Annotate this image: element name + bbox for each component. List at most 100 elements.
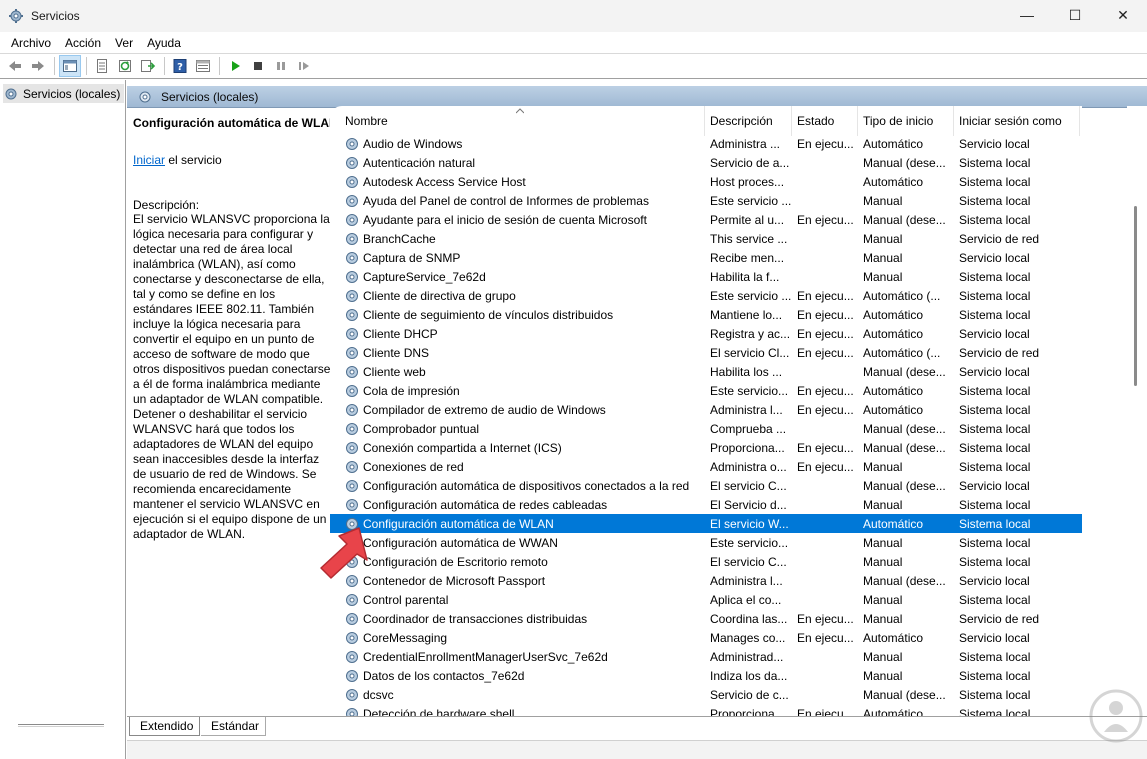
service-log-on-as: Servicio local	[959, 326, 1030, 341]
service-row[interactable]: Cliente DHCP Registra y ac... En ejecu... A…	[330, 324, 1082, 343]
services-gear-icon	[5, 88, 17, 99]
service-gear-icon	[346, 650, 358, 663]
service-row[interactable]: Coordinador de transacciones distribuida…	[330, 609, 1082, 628]
vertical-scrollbar[interactable]	[1127, 106, 1147, 716]
menu-ayuda[interactable]: Ayuda	[140, 36, 188, 50]
menu-accion[interactable]: Acción	[58, 36, 108, 50]
service-name-label: CoreMessaging	[363, 630, 448, 645]
view-button[interactable]	[192, 55, 214, 77]
stop-service-button[interactable]	[247, 55, 269, 77]
minimize-button[interactable]: —	[1003, 0, 1051, 30]
service-row[interactable]: Cola de impresión Este servicio... En ejec…	[330, 381, 1082, 400]
start-service-link[interactable]: Iniciar	[133, 153, 165, 167]
service-name: CaptureService_7e62d	[330, 269, 705, 285]
service-row[interactable]: Cliente web Habilita los ... Manual (dese.…	[330, 362, 1082, 381]
pause-service-button[interactable]	[270, 55, 292, 77]
show-tree-button[interactable]	[59, 55, 81, 77]
service-row[interactable]: Configuración automática de WLAN El servi…	[330, 514, 1082, 533]
service-row[interactable]: Configuración automática de WWAN Este ser…	[330, 533, 1082, 552]
service-name: Cliente de seguimiento de vínculos distr…	[330, 307, 705, 323]
service-gear-icon	[346, 308, 358, 321]
service-description: Habilita los ...	[710, 364, 783, 379]
menu-ver[interactable]: Ver	[108, 36, 140, 50]
forward-button[interactable]	[27, 55, 49, 77]
service-row[interactable]: Cliente de seguimiento de vínculos distr…	[330, 305, 1082, 324]
sort-ascending-icon	[516, 108, 524, 114]
service-gear-icon	[346, 346, 358, 359]
service-row[interactable]: Captura de SNMP Recibe men... Manual Servic…	[330, 248, 1082, 267]
service-log-on-as: Servicio local	[959, 630, 1030, 645]
service-row[interactable]: Configuración automática de redes cablea…	[330, 495, 1082, 514]
refresh-button[interactable]	[114, 55, 136, 77]
service-row[interactable]: Cliente DNS El servicio Cl... En ejecu... A…	[330, 343, 1082, 362]
service-name: Configuración automática de WLAN	[330, 516, 705, 532]
tab-estandar[interactable]: Estándar	[201, 717, 267, 736]
service-row[interactable]: Compilador de extremo de audio de Window…	[330, 400, 1082, 419]
tree-horizontal-scrollbar[interactable]	[18, 724, 104, 727]
service-log-on-as: Servicio local	[959, 478, 1030, 493]
service-name-label: Coordinador de transacciones distribuida…	[363, 611, 588, 626]
service-state: En ejecu...	[797, 440, 854, 455]
service-name-label: Autenticación natural	[363, 155, 476, 170]
service-startup-type: Manual (dese...	[863, 421, 946, 436]
service-row[interactable]: Autodesk Access Service Host Host proces.…	[330, 172, 1082, 191]
arrow-left-icon	[9, 61, 21, 71]
service-row[interactable]: Autenticación natural Servicio de a... Man…	[330, 153, 1082, 172]
scrollbar-thumb[interactable]	[1134, 206, 1137, 386]
service-row[interactable]: Conexión compartida a Internet (ICS) Prop…	[330, 438, 1082, 457]
service-row[interactable]: Contenedor de Microsoft Passport Administ…	[330, 571, 1082, 590]
service-name: Configuración automática de WWAN	[330, 535, 705, 551]
service-row[interactable]: CoreMessaging Manages co... En ejecu... Aut…	[330, 628, 1082, 647]
svg-text:?: ?	[177, 62, 183, 73]
tree-item-services-local[interactable]: Servicios (locales)	[3, 84, 125, 103]
service-row[interactable]: Audio de Windows Administra ... En ejecu..…	[330, 134, 1082, 153]
service-row[interactable]: Configuración de Escritorio remoto El ser…	[330, 552, 1082, 571]
close-button[interactable]: ✕	[1099, 0, 1147, 30]
properties-button[interactable]	[91, 55, 113, 77]
service-log-on-as: Sistema local	[959, 421, 1031, 436]
menu-bar: Archivo Acción Ver Ayuda	[0, 32, 1147, 53]
service-row[interactable]: Datos de los contactos_7e62d Indiza los d…	[330, 666, 1082, 685]
service-row[interactable]: Conexiones de red Administra o... En ejecu…	[330, 457, 1082, 476]
column-header-name[interactable]: Nombre	[330, 106, 705, 136]
column-header-log-on-as[interactable]: Iniciar sesión como	[954, 106, 1080, 136]
tab-extendido[interactable]: Extendido	[129, 717, 201, 736]
service-log-on-as: Sistema local	[959, 307, 1031, 322]
service-row[interactable]: Cliente de directiva de grupo Este servic…	[330, 286, 1082, 305]
service-row[interactable]: Control parental Aplica el co... Manual Sis…	[330, 590, 1082, 609]
service-name-label: Configuración automática de dispositivos…	[363, 478, 690, 493]
service-description: Host proces...	[710, 174, 785, 189]
service-row[interactable]: Comprobador puntual Comprueba ... Manual (…	[330, 419, 1082, 438]
service-state: En ejecu...	[797, 459, 854, 474]
column-header-state[interactable]: Estado	[792, 106, 858, 136]
service-row[interactable]: dcsvc Servicio de c... Manual (dese... Sist…	[330, 685, 1082, 704]
service-row[interactable]: CredentialEnrollmentManagerUserSvc_7e62d…	[330, 647, 1082, 666]
column-header-description[interactable]: Descripción	[705, 106, 792, 136]
service-row[interactable]: Detección de hardware shell Proporciona..…	[330, 704, 1082, 716]
service-row[interactable]: CaptureService_7e62d Habilita la f... Manu…	[330, 267, 1082, 286]
maximize-button[interactable]: ☐	[1051, 0, 1099, 30]
service-row[interactable]: BranchCache This service ... Manual Servici…	[330, 229, 1082, 248]
service-log-on-as: Sistema local	[959, 383, 1031, 398]
service-name-label: Autodesk Access Service Host	[363, 174, 526, 189]
column-header-label: Tipo de inicio	[863, 114, 934, 128]
start-service-button[interactable]	[224, 55, 246, 77]
column-header-startup-type[interactable]: Tipo de inicio	[858, 106, 954, 136]
service-state: En ejecu...	[797, 136, 854, 151]
service-description: Permite al u...	[710, 212, 785, 227]
service-name: CredentialEnrollmentManagerUserSvc_7e62d	[330, 649, 705, 665]
service-state: En ejecu...	[797, 288, 854, 303]
service-log-on-as: Servicio de red	[959, 345, 1040, 360]
help-button[interactable]: ?	[169, 55, 191, 77]
restart-service-button[interactable]	[293, 55, 315, 77]
content-header-title: Servicios (locales)	[161, 89, 259, 104]
export-list-button[interactable]	[137, 55, 159, 77]
back-button[interactable]	[4, 55, 26, 77]
service-startup-type: Manual (dese...	[863, 364, 946, 379]
service-name: Detección de hardware shell	[330, 706, 705, 716]
service-name: Comprobador puntual	[330, 421, 705, 437]
service-row[interactable]: Configuración automática de dispositivos…	[330, 476, 1082, 495]
menu-archivo[interactable]: Archivo	[4, 36, 58, 50]
service-row[interactable]: Ayuda del Panel de control de Informes d…	[330, 191, 1082, 210]
service-row[interactable]: Ayudante para el inicio de sesión de cue…	[330, 210, 1082, 229]
